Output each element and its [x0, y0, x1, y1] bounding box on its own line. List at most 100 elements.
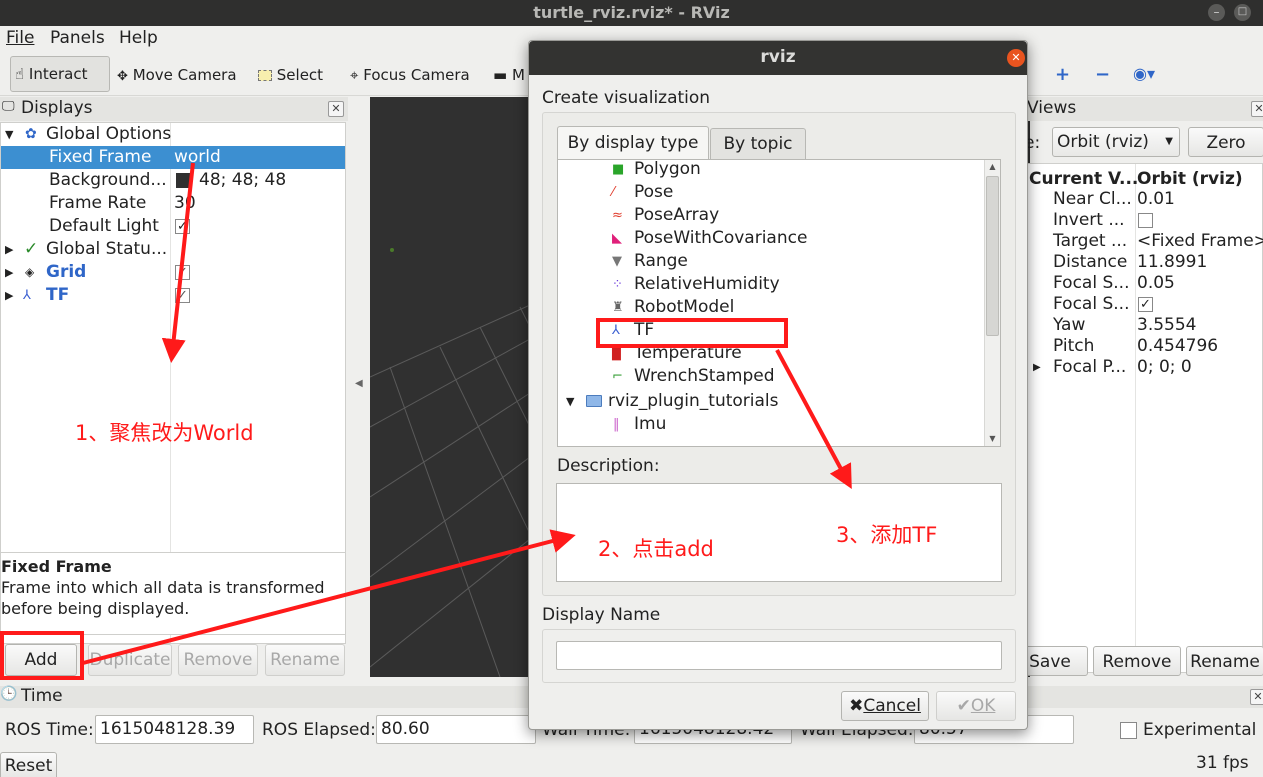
- view-property-name: Yaw: [1053, 315, 1086, 335]
- tree-grid[interactable]: ▶ ◈ Grid ✓: [1, 261, 345, 284]
- display-item-label: PoseArray: [634, 205, 720, 225]
- interact-tool[interactable]: ☝ Interact: [10, 56, 110, 92]
- view-property-name: Near Cl...: [1053, 189, 1132, 209]
- view-type-select[interactable]: Orbit (rviz) ▼: [1052, 127, 1180, 157]
- tree-label: Frame Rate: [49, 193, 147, 213]
- minimize-icon[interactable]: –: [1208, 4, 1225, 21]
- move-camera-label: Move Camera: [132, 66, 237, 84]
- fixed-frame-value[interactable]: world: [174, 146, 221, 169]
- view-property-value: 0; 0; 0: [1137, 357, 1192, 377]
- default-light-checkbox[interactable]: ✓: [175, 219, 190, 234]
- splitter-handle[interactable]: ◀: [355, 378, 363, 389]
- duplicate-button[interactable]: Duplicate: [88, 644, 172, 676]
- grid-checkbox[interactable]: ✓: [175, 265, 190, 280]
- description-title: Fixed Frame: [1, 557, 112, 576]
- cancel-button[interactable]: ✖Cancel: [841, 691, 929, 721]
- close-icon[interactable]: ✕: [1250, 689, 1263, 705]
- rename-view-button[interactable]: Rename: [1186, 646, 1263, 676]
- folder-icon: [586, 395, 602, 407]
- view-property-name: Target ...: [1053, 231, 1128, 251]
- ros-elapsed-label: ROS Elapsed:: [262, 720, 376, 740]
- views-properties: Current V... Orbit (rviz) Near Cl... 0.01…: [1026, 163, 1263, 673]
- list-scrollbar[interactable]: ▲ ▼: [984, 160, 1000, 446]
- description-text: Frame into which all data is transformed…: [1, 578, 325, 618]
- display-item-label: RelativeHumidity: [634, 274, 780, 294]
- move-camera-tool[interactable]: ✥ Move Camera: [117, 66, 237, 84]
- scroll-up-icon[interactable]: ▲: [985, 160, 1000, 174]
- remove-display-button[interactable]: Remove: [178, 644, 258, 676]
- view-property-name: Pitch: [1053, 336, 1095, 356]
- hand-icon: ☝: [15, 65, 25, 83]
- background-value: 48; 48; 48: [199, 170, 287, 190]
- add-display-button[interactable]: Add: [5, 644, 77, 676]
- close-icon[interactable]: ✕: [1007, 49, 1025, 67]
- title-bar: turtle_rviz.rviz* - RViz – □: [0, 0, 1263, 26]
- select-tool[interactable]: Select: [258, 66, 323, 84]
- close-icon[interactable]: ✕: [1251, 101, 1263, 117]
- scroll-down-icon[interactable]: ▼: [985, 432, 1000, 446]
- grid-icon: ◈: [25, 265, 35, 279]
- tree-default-light[interactable]: Default Light ✓: [1, 215, 345, 238]
- remove-tool-icon[interactable]: −: [1095, 64, 1110, 85]
- tree-fixed-frame[interactable]: Fixed Frame world: [1, 146, 345, 169]
- display-item-label: TF: [634, 320, 655, 340]
- polygon-icon: ■: [612, 162, 625, 177]
- ok-button[interactable]: ✔OK: [936, 691, 1016, 721]
- annotation-step1: 1、聚焦改为World: [75, 421, 254, 445]
- display-item-label: Temperature: [634, 343, 742, 363]
- display-item-label: Pose: [634, 182, 674, 202]
- measure-label: M: [511, 66, 525, 84]
- expand-arrow-icon: ▼: [566, 395, 575, 408]
- displays-title: Displays: [21, 98, 93, 118]
- display-type-list[interactable]: ■ Polygon ⁄ Pose ≈ PoseArray ◣ PoseWithCovarian…: [557, 159, 1001, 447]
- add-tool-icon[interactable]: +: [1055, 64, 1070, 85]
- ok-label: OK: [970, 696, 996, 716]
- focal-shape-checkbox[interactable]: ✓: [1138, 297, 1153, 312]
- measure-tool[interactable]: ▬ M: [493, 66, 525, 84]
- tab-by-display-type[interactable]: By display type: [557, 126, 709, 160]
- views-title: Views: [1027, 98, 1077, 118]
- tree-label: Global Options: [46, 124, 172, 144]
- tree-global-options[interactable]: ▼ ✿ Global Options: [1, 123, 345, 146]
- collapse-arrow-icon: ▶: [5, 289, 14, 302]
- tree-global-status[interactable]: ▶ ✓ Global Statu...: [1, 238, 345, 261]
- select-box-icon: [258, 70, 272, 81]
- wrench-icon: ⌐: [612, 369, 623, 384]
- current-view-label: Current V...: [1029, 169, 1139, 189]
- display-item-label: PoseWithCovariance: [634, 228, 808, 248]
- display-name-label: Display Name: [542, 605, 661, 625]
- scrollbar-thumb[interactable]: [986, 176, 999, 336]
- interact-label: Interact: [28, 65, 88, 83]
- menu-panels[interactable]: Panels: [50, 28, 105, 48]
- menu-file[interactable]: File: [6, 28, 34, 48]
- ok-check-icon: ✔: [956, 696, 971, 716]
- ros-time-field[interactable]: 1615048128.39: [95, 715, 254, 744]
- cancel-label: Cancel: [863, 696, 921, 716]
- tab-by-topic[interactable]: By topic: [710, 128, 806, 160]
- maximize-icon[interactable]: □: [1234, 4, 1251, 21]
- tf-checkbox[interactable]: ✓: [175, 288, 190, 303]
- eye-icon[interactable]: ◉▾: [1133, 64, 1155, 83]
- tree-frame-rate[interactable]: Frame Rate 30: [1, 192, 345, 215]
- reset-button[interactable]: Reset: [0, 752, 57, 777]
- invert-checkbox[interactable]: [1138, 213, 1153, 228]
- tree-label: Background...: [49, 170, 167, 190]
- tree-label: Grid: [46, 262, 87, 282]
- zero-button[interactable]: Zero: [1188, 127, 1263, 157]
- close-icon[interactable]: ✕: [328, 101, 344, 117]
- imu-icon: ‖: [613, 417, 620, 432]
- experimental-checkbox[interactable]: [1120, 722, 1137, 739]
- relative-humidity-icon: ⁘: [612, 277, 623, 292]
- menu-help[interactable]: Help: [119, 28, 158, 48]
- ros-elapsed-field[interactable]: 80.60: [376, 715, 536, 744]
- rename-display-button[interactable]: Rename: [265, 644, 345, 676]
- display-item-label: WrenchStamped: [634, 366, 775, 386]
- remove-view-button[interactable]: Remove: [1093, 646, 1181, 676]
- tree-tf[interactable]: ▶ ⅄ TF ✓: [1, 284, 345, 307]
- focus-camera-tool[interactable]: ⌖ Focus Camera: [350, 66, 470, 84]
- displays-panel: 🖵 Displays ✕ ▼ ✿ Global Options Fixed Fr…: [0, 97, 348, 677]
- collapse-arrow-icon: ▶: [5, 266, 14, 279]
- temperature-icon: ▉: [612, 346, 622, 361]
- display-name-input[interactable]: [556, 641, 1002, 670]
- tree-background[interactable]: Background... 48; 48; 48: [1, 169, 345, 192]
